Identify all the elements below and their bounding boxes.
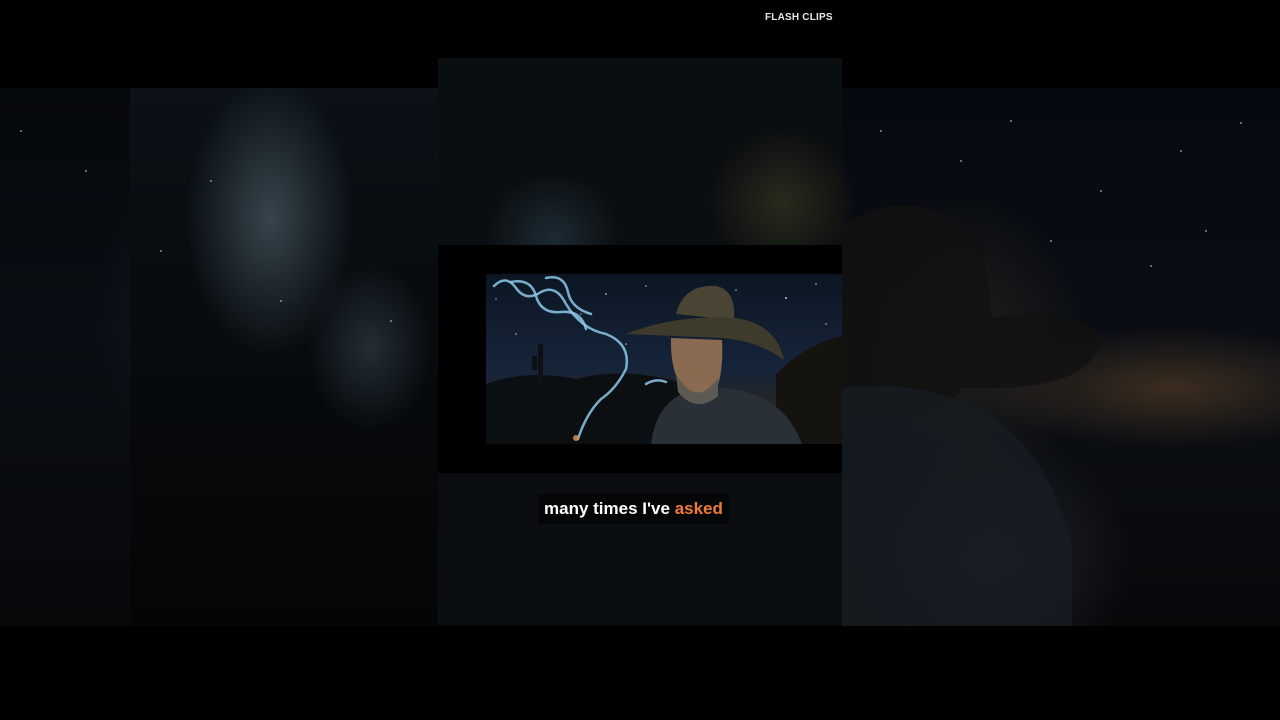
blurred-background-smoke-panel	[130, 88, 438, 626]
video-frame[interactable]	[438, 245, 842, 473]
cowboy-hat-crown	[676, 285, 735, 320]
ember-glow	[573, 435, 579, 441]
video-player-stage[interactable]: FLASH CLIPS many times I've asked	[0, 0, 1280, 720]
channel-watermark: FLASH CLIPS	[765, 12, 833, 23]
scene-stars	[495, 283, 827, 345]
caption-highlight-word: asked	[674, 499, 723, 518]
blurred-cowboy-silhouette	[842, 205, 1102, 626]
video-scene	[486, 274, 842, 444]
blurred-background-cowboy-panel	[842, 88, 1280, 626]
cactus-arm	[532, 356, 537, 370]
cactus	[538, 344, 543, 384]
caption-text: many times I've	[544, 499, 670, 518]
subtitle-caption: many times I've asked	[538, 494, 729, 524]
cowboy-scene-illustration	[486, 276, 842, 444]
